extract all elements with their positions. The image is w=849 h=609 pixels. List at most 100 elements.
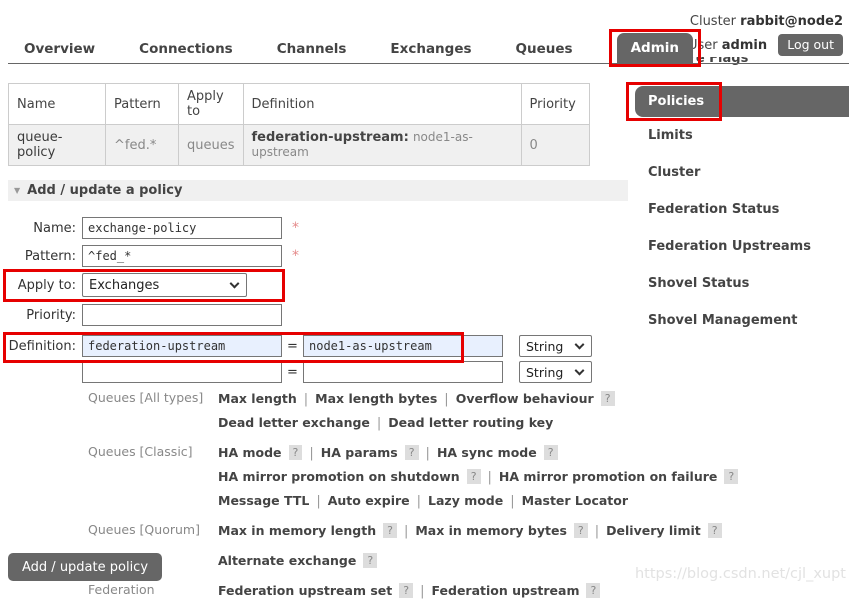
separator: | [444, 392, 448, 407]
definition-value-input[interactable] [303, 361, 503, 383]
sidebar-items: Policies LimitsClusterFederation StatusFe… [632, 86, 849, 339]
pattern-label: Pattern: [8, 249, 82, 264]
help-icon[interactable]: ? [574, 523, 588, 538]
help-icon[interactable]: ? [363, 553, 377, 568]
help-icon[interactable]: ? [289, 445, 303, 460]
helper-link-ha-params[interactable]: HA params [321, 445, 398, 460]
helper-link-ha-mode[interactable]: HA mode [218, 445, 282, 460]
separator: | [595, 524, 599, 539]
policy-form: Name: * Pattern: * Apply to: Exchanges P… [8, 217, 630, 603]
helper-link-federation-upstream[interactable]: Federation upstream [431, 583, 579, 598]
column-header-apply-to: Apply to [179, 84, 244, 125]
helper-lines: Alternate exchange? [218, 549, 630, 573]
sidebar-item-federation-status[interactable]: Federation Status [632, 191, 849, 228]
helper-lines: Max length | Max length bytes | Overflow beh… [218, 387, 630, 435]
helper-link-max-length[interactable]: Max length [218, 391, 297, 406]
helper-link-dead-letter-exchange[interactable]: Dead letter exchange [218, 415, 370, 430]
definition-key-input[interactable] [82, 335, 282, 357]
help-icon[interactable]: ? [405, 445, 419, 460]
tab-connections[interactable]: Connections [139, 34, 233, 64]
help-icon[interactable]: ? [724, 469, 738, 484]
helper-link-federation-upstream-set[interactable]: Federation upstream set [218, 583, 392, 598]
definition-value-input[interactable] [303, 335, 503, 357]
help-icon[interactable]: ? [544, 445, 558, 460]
separator: | [304, 392, 308, 407]
column-header-definition: Definition [243, 84, 521, 125]
name-label: Name: [8, 221, 82, 236]
separator: | [316, 494, 320, 509]
helper-line: Message TTL | Auto expire | Lazy mode | Master… [218, 489, 738, 513]
helper-link-auto-expire[interactable]: Auto expire [328, 493, 410, 508]
definition-type-select[interactable]: String [519, 335, 592, 357]
tab-queues[interactable]: Queues [516, 34, 573, 64]
help-icon[interactable]: ? [467, 469, 481, 484]
definition-label: Definition: [8, 339, 82, 354]
definition-row: =String [8, 361, 630, 383]
helper-group-label: Queues [All types] [88, 387, 218, 435]
table-body: queue-policy^fed.*queuesfederation-upstr… [9, 125, 590, 166]
section-title: Add / update a policy [27, 183, 182, 198]
help-icon[interactable]: ? [708, 523, 722, 538]
definition-type-select-wrap: String [519, 335, 592, 357]
policy-pattern-input[interactable] [82, 245, 282, 267]
policy-definition-cell: federation-upstream: node1-as-upstream [243, 125, 521, 166]
sidebar-item-shovel-status[interactable]: Shovel Status [632, 265, 849, 302]
definition-type-select[interactable]: String [519, 361, 592, 383]
helper-link-message-ttl[interactable]: Message TTL [218, 493, 309, 508]
add-update-policy-section-header[interactable]: ▼ Add / update a policy [8, 180, 628, 201]
policy-name-input[interactable] [82, 217, 282, 239]
logout-button[interactable]: Log out [778, 34, 843, 56]
watermark-text: https://blog.csdn.net/cjl_xupt [635, 566, 846, 582]
tab-channels[interactable]: Channels [277, 34, 347, 64]
helper-link-dead-letter-routing-key[interactable]: Dead letter routing key [388, 415, 553, 430]
helper-link-max-length-bytes[interactable]: Max length bytes [315, 391, 437, 406]
helper-link-lazy-mode[interactable]: Lazy mode [428, 493, 503, 508]
separator: | [404, 524, 408, 539]
helper-group-queues-classic: Queues [Classic]HA mode?|HA params?|HA s… [8, 441, 630, 513]
separator: | [488, 470, 492, 485]
help-icon[interactable]: ? [601, 391, 615, 406]
helper-link-max-in-memory-length[interactable]: Max in memory length [218, 523, 376, 538]
policy-priority-input[interactable] [82, 304, 282, 326]
help-icon[interactable]: ? [399, 583, 413, 598]
definition-row: Definition:=String [8, 335, 630, 357]
helper-link-delivery-limit[interactable]: Delivery limit [606, 523, 701, 538]
nav-tabs: Overview Connections Channels Exchanges Queu… [24, 32, 693, 64]
separator: | [426, 446, 430, 461]
help-icon[interactable]: ? [383, 523, 397, 538]
name-row: Name: * [8, 217, 630, 239]
separator: | [417, 494, 421, 509]
sidebar-item-shovel-management[interactable]: Shovel Management [632, 302, 849, 339]
helper-link-master-locator[interactable]: Master Locator [522, 493, 628, 508]
separator: | [510, 494, 514, 509]
user-name: admin [722, 38, 767, 53]
apply-to-select[interactable]: Exchanges [82, 273, 247, 297]
tab-admin[interactable]: Admin [617, 33, 693, 64]
help-icon[interactable]: ? [586, 583, 600, 598]
sidebar-item-label: Policies [648, 94, 704, 109]
helper-link-max-in-memory-bytes[interactable]: Max in memory bytes [415, 523, 567, 538]
add-update-policy-button[interactable]: Add / update policy [8, 553, 162, 581]
definition-key-input[interactable] [82, 361, 282, 383]
definition-type-select-wrap: String [519, 361, 592, 383]
sidebar-item-federation-upstreams[interactable]: Federation Upstreams [632, 228, 849, 265]
tab-exchanges[interactable]: Exchanges [390, 34, 471, 64]
policy-priority-cell: 0 [521, 125, 589, 166]
helper-link-ha-mirror-promotion-on-shutdown[interactable]: HA mirror promotion on shutdown [218, 469, 460, 484]
sidebar-item-cluster[interactable]: Cluster [632, 154, 849, 191]
tab-overview[interactable]: Overview [24, 34, 95, 64]
column-header-name: Name [9, 84, 106, 125]
helper-line: Dead letter exchange|Dead letter routing… [218, 411, 630, 435]
apply-to-row: Apply to: Exchanges [8, 273, 630, 297]
helper-link-alternate-exchange[interactable]: Alternate exchange [218, 553, 356, 568]
column-header-pattern: Pattern [106, 84, 179, 125]
apply-to-label: Apply to: [8, 278, 82, 293]
helper-link-ha-sync-mode[interactable]: HA sync mode [437, 445, 537, 460]
helper-link-ha-mirror-promotion-on-failure[interactable]: HA mirror promotion on failure [499, 469, 717, 484]
sidebar-item-limits[interactable]: Limits [632, 117, 849, 154]
helper-line: Max in memory length? | Max in memory byte… [218, 519, 722, 543]
table-row: queue-policy^fed.*queuesfederation-upstr… [9, 125, 590, 166]
sidebar-item-policies[interactable]: Policies [635, 86, 849, 117]
helper-link-overflow-behaviour[interactable]: Overflow behaviour [456, 391, 594, 406]
policy-name-cell[interactable]: queue-policy [9, 125, 106, 166]
